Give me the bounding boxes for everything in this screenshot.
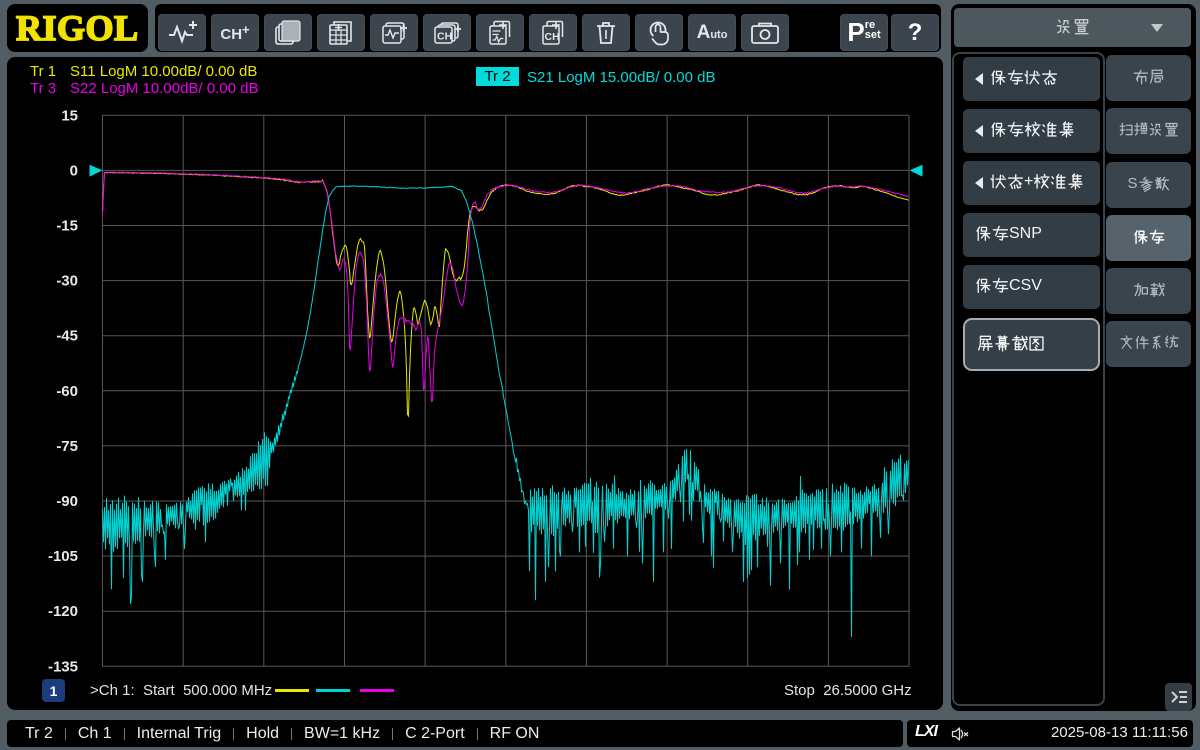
svg-text:CH: CH xyxy=(545,31,560,43)
svg-text:15: 15 xyxy=(61,107,78,124)
svg-text:-75: -75 xyxy=(56,438,78,455)
svg-text:-30: -30 xyxy=(56,273,78,290)
svg-text:-15: -15 xyxy=(56,218,78,235)
svg-text:-120: -120 xyxy=(48,603,78,620)
svg-text:0: 0 xyxy=(70,162,78,179)
svg-text:CH: CH xyxy=(437,30,452,42)
svg-text:-90: -90 xyxy=(56,493,78,510)
svg-text:-135: -135 xyxy=(48,658,78,675)
svg-text:-45: -45 xyxy=(56,328,78,345)
svg-text:-105: -105 xyxy=(48,548,78,565)
svg-text:-60: -60 xyxy=(56,383,78,400)
